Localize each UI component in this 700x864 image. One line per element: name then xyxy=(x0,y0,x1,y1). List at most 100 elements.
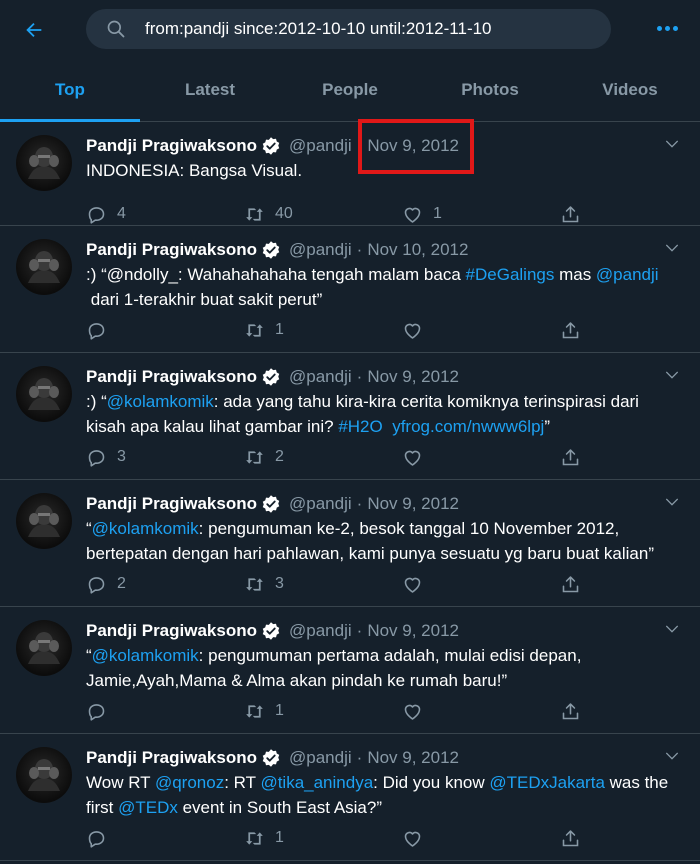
share-icon xyxy=(562,702,579,719)
tweet-link[interactable]: @pandji xyxy=(596,265,659,284)
avatar[interactable] xyxy=(16,747,72,803)
tweet-date[interactable]: Nov 10, 2012 xyxy=(367,240,468,260)
tweet-actions: 1 xyxy=(86,699,700,723)
retweet-button[interactable]: 3 xyxy=(244,574,284,595)
reply-count: 3 xyxy=(117,448,126,465)
tweet[interactable]: Pandji Pragiwaksono @pandji · Nov 9, 201… xyxy=(0,122,700,226)
search-box[interactable] xyxy=(86,9,611,49)
tweet-text: :) “@kolamkomik: ada yang tahu kira-kira… xyxy=(86,389,680,439)
tweet-link[interactable]: @TEDxJakarta xyxy=(489,773,605,792)
tweet-link[interactable]: #DeGalings xyxy=(466,265,555,284)
share-button[interactable] xyxy=(560,204,581,225)
tab-videos[interactable]: Videos xyxy=(560,58,700,121)
share-button[interactable] xyxy=(560,828,581,849)
tweet-date[interactable]: Nov 9, 2012 xyxy=(367,494,459,514)
verified-badge-icon xyxy=(261,621,281,641)
retweet-button[interactable]: 1 xyxy=(244,701,284,722)
tweet-menu-button[interactable] xyxy=(662,365,682,385)
verified-badge-icon xyxy=(261,367,281,387)
avatar[interactable] xyxy=(16,366,72,422)
tweet-link[interactable]: @qronoz xyxy=(155,773,224,792)
reply-icon xyxy=(88,449,105,467)
reply-button[interactable]: 2 xyxy=(86,574,126,595)
author-handle[interactable]: @pandji xyxy=(289,494,352,514)
chevron-down-icon xyxy=(666,498,678,506)
author-handle[interactable]: @pandji xyxy=(289,748,352,768)
tweet[interactable]: Pandji Pragiwaksono @pandji · Nov 9, 201… xyxy=(0,353,700,480)
search-input[interactable] xyxy=(145,19,585,39)
tweet-link[interactable]: @TEDx xyxy=(118,798,178,817)
retweet-icon xyxy=(246,450,263,464)
author-name[interactable]: Pandji Pragiwaksono xyxy=(86,136,257,156)
tweet-date[interactable]: Nov 9, 2012 xyxy=(367,136,459,156)
back-button[interactable] xyxy=(18,14,50,46)
tweet[interactable]: Pandji Pragiwaksono @pandji · Nov 10, 20… xyxy=(0,226,700,353)
tweet-date[interactable]: Nov 9, 2012 xyxy=(367,748,459,768)
tweet-link[interactable]: yfrog.com/nwww6lpj xyxy=(392,417,544,436)
avatar[interactable] xyxy=(16,493,72,549)
author-handle[interactable]: @pandji xyxy=(289,240,352,260)
tweet-link[interactable]: #H2O xyxy=(338,417,382,436)
more-options-button[interactable] xyxy=(652,16,682,40)
author-name[interactable]: Pandji Pragiwaksono xyxy=(86,367,257,387)
tweet-link[interactable]: @tika_anindya xyxy=(260,773,373,792)
like-button[interactable] xyxy=(402,828,433,849)
tweet-menu-button[interactable] xyxy=(662,746,682,766)
author-name[interactable]: Pandji Pragiwaksono xyxy=(86,240,257,260)
tweet-menu-button[interactable] xyxy=(662,238,682,258)
separator-dot: · xyxy=(356,136,363,155)
avatar[interactable] xyxy=(16,620,72,676)
tweet-link[interactable]: @kolamkomik xyxy=(92,519,199,538)
author-handle[interactable]: @pandji xyxy=(289,621,352,641)
avatar[interactable] xyxy=(16,135,72,191)
reply-button[interactable] xyxy=(86,701,117,722)
retweet-button[interactable]: 40 xyxy=(244,204,293,225)
like-button[interactable]: 1 xyxy=(402,204,442,225)
author-name[interactable]: Pandji Pragiwaksono xyxy=(86,494,257,514)
tweet-link[interactable]: @kolamkomik xyxy=(92,646,199,665)
tweet-text: “@kolamkomik: pengumuman ke-2, besok tan… xyxy=(86,516,680,566)
verified-badge-icon xyxy=(261,240,281,260)
author-handle[interactable]: @pandji xyxy=(289,136,352,156)
tweet-menu-button[interactable] xyxy=(662,492,682,512)
tweet-link[interactable]: @kolamkomik xyxy=(107,392,214,411)
separator-dot: · xyxy=(356,621,363,640)
reply-button[interactable]: 4 xyxy=(86,204,126,225)
tab-top[interactable]: Top xyxy=(0,58,140,122)
tab-photos[interactable]: Photos xyxy=(420,58,560,121)
retweet-button[interactable]: 2 xyxy=(244,447,284,468)
share-button[interactable] xyxy=(560,447,581,468)
like-button[interactable] xyxy=(402,447,433,468)
tab-people[interactable]: People xyxy=(280,58,420,121)
like-button[interactable] xyxy=(402,574,433,595)
tweet-text-segment: Wow RT xyxy=(86,773,155,792)
avatar[interactable] xyxy=(16,239,72,295)
author-name[interactable]: Pandji Pragiwaksono xyxy=(86,748,257,768)
retweet-button[interactable]: 1 xyxy=(244,320,284,341)
retweet-button[interactable]: 1 xyxy=(244,828,284,849)
reply-button[interactable] xyxy=(86,320,117,341)
tweet-date[interactable]: Nov 9, 2012 xyxy=(367,621,459,641)
reply-button[interactable] xyxy=(86,828,117,849)
like-button[interactable] xyxy=(402,701,433,722)
separator-dot: · xyxy=(356,748,363,767)
author-name[interactable]: Pandji Pragiwaksono xyxy=(86,621,257,641)
share-button[interactable] xyxy=(560,701,581,722)
like-button[interactable] xyxy=(402,320,433,341)
retweet-icon xyxy=(246,323,263,337)
reply-button[interactable]: 3 xyxy=(86,447,126,468)
tab-latest[interactable]: Latest xyxy=(140,58,280,121)
tweet[interactable]: Pandji Pragiwaksono @pandji · Nov 9, 201… xyxy=(0,734,700,861)
author-handle[interactable]: @pandji xyxy=(289,367,352,387)
tweet-text: Wow RT @qronoz: RT @tika_anindya: Did yo… xyxy=(86,770,680,820)
share-button[interactable] xyxy=(560,320,581,341)
share-icon xyxy=(562,575,579,592)
tweet[interactable]: Pandji Pragiwaksono @pandji · Nov 9, 201… xyxy=(0,607,700,734)
heart-icon xyxy=(404,207,421,223)
reply-icon xyxy=(88,322,105,340)
tweet-menu-button[interactable] xyxy=(662,619,682,639)
tweet-menu-button[interactable] xyxy=(662,134,682,154)
tweet-date[interactable]: Nov 9, 2012 xyxy=(367,367,459,387)
share-button[interactable] xyxy=(560,574,581,595)
tweet[interactable]: Pandji Pragiwaksono @pandji · Nov 9, 201… xyxy=(0,480,700,607)
